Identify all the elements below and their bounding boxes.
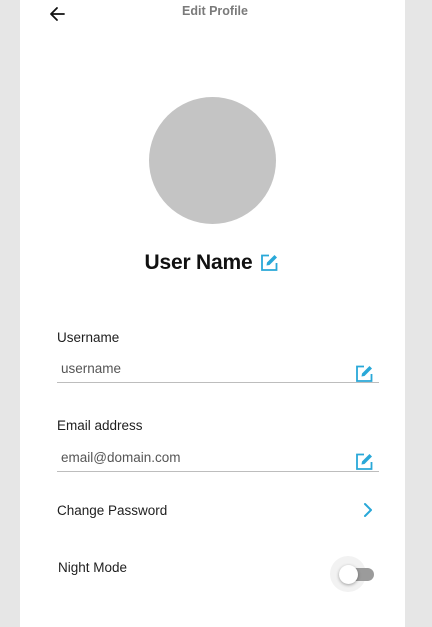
toggle-thumb	[339, 565, 358, 584]
user-name: User Name	[144, 251, 253, 274]
edit-username-button[interactable]	[353, 363, 375, 385]
edit-profile-panel: Edit Profile User Name Username Email ad…	[20, 0, 405, 627]
night-mode-label: Night Mode	[58, 560, 128, 575]
email-label: Email address	[57, 418, 143, 433]
night-mode-toggle[interactable]	[330, 556, 374, 592]
edit-icon	[356, 365, 373, 382]
username-label: Username	[57, 330, 120, 345]
change-password-link[interactable]: Change Password	[57, 503, 167, 518]
edit-icon	[356, 453, 373, 470]
username-input[interactable]	[57, 361, 379, 383]
change-password-button[interactable]	[360, 501, 376, 519]
edit-icon	[261, 254, 278, 271]
chevron-right-icon	[364, 503, 372, 517]
edit-name-button[interactable]	[258, 252, 280, 274]
page-title: Edit Profile	[182, 4, 248, 18]
avatar[interactable]	[149, 97, 276, 224]
edit-email-button[interactable]	[353, 451, 375, 473]
email-input[interactable]	[57, 450, 379, 472]
user-name-row: User Name	[20, 251, 405, 275]
